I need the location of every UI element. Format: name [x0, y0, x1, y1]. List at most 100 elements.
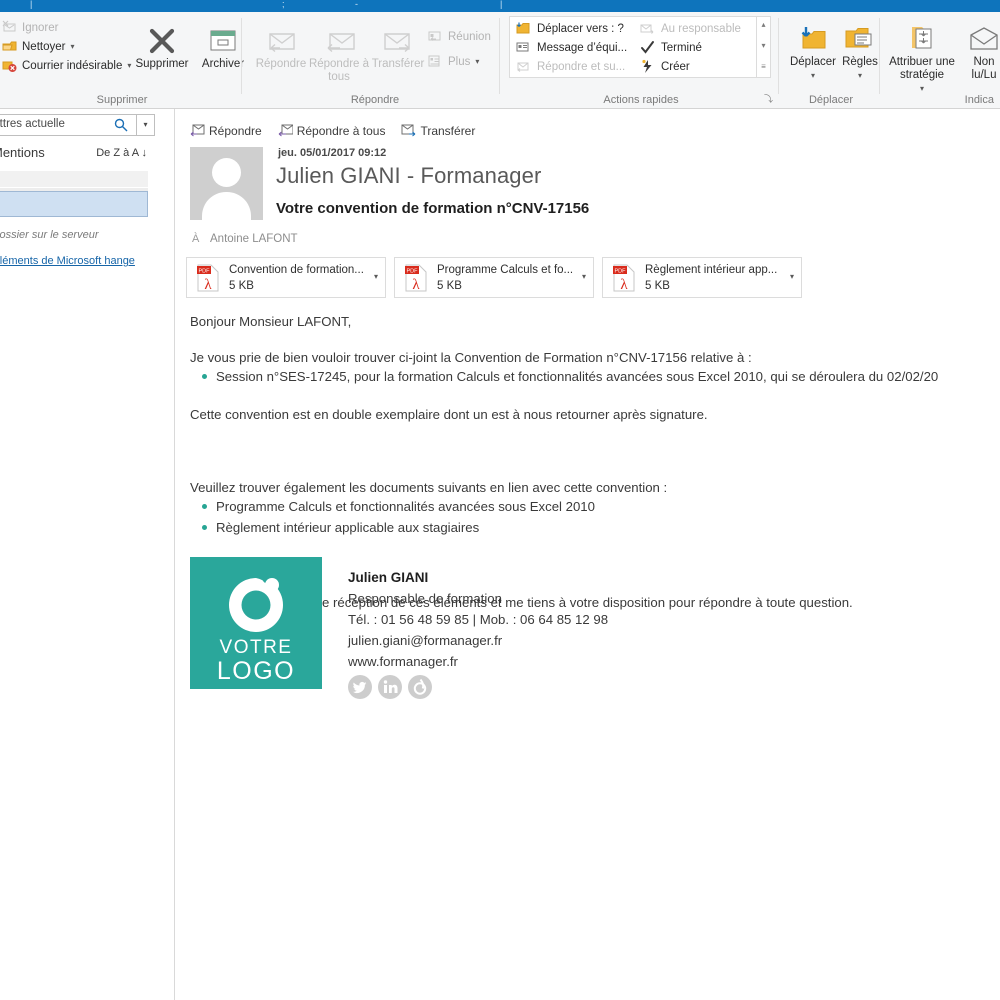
- chevron-down-icon[interactable]: ▾: [374, 272, 378, 281]
- more-icon: [428, 54, 443, 69]
- command-nettoyer[interactable]: Nettoyer ▾: [2, 39, 74, 54]
- signature-details: Julien GIANI Responsable de formation Té…: [348, 567, 768, 672]
- signature-phones: Tél. : 01 56 48 59 85 | Mob. : 06 64 85 …: [348, 612, 609, 627]
- quickstep-creer[interactable]: Créer: [640, 59, 690, 74]
- signature-website[interactable]: www.formanager.fr: [348, 651, 768, 672]
- attachment-chip[interactable]: PDF λ Règlement intérieur app... 5 KB ▾: [602, 257, 802, 298]
- linkedin-icon[interactable]: [378, 675, 402, 699]
- ribbon-group-supprimer: Ignorer Nettoyer ▾ Courrier indésirable …: [0, 12, 244, 109]
- ribbon-group-deplacer: Déplacer ▾ Règles ▾ Déplacer: [782, 12, 880, 109]
- quickstep-deplacer-vers[interactable]: Déplacer vers : ?: [516, 21, 624, 36]
- action-repondre-a-tous[interactable]: Répondre à tous: [278, 123, 386, 138]
- ribbon-group-indicateurs: Attribuer une stratégie ▾ Non lu/Lu Indi…: [884, 12, 1000, 109]
- quick-steps-scrollbar[interactable]: ▴ ▾ ≡: [756, 17, 770, 77]
- search-input[interactable]: aux lettres actuelle ▾: [0, 114, 155, 136]
- quickstep-label: Message d’équi...: [537, 41, 628, 54]
- command-supprimer[interactable]: Supprimer: [131, 24, 193, 71]
- ignore-icon: [2, 20, 17, 35]
- command-label: Supprimer: [135, 58, 189, 70]
- command-repondre[interactable]: Répondre: [250, 24, 312, 71]
- quickstep-label: Terminé: [661, 41, 702, 54]
- avatar: [190, 147, 263, 220]
- command-repondre-a-tous[interactable]: Répondre à tous: [308, 24, 370, 84]
- list-item: Programme Calculs et fonctionnalités ava…: [190, 496, 996, 517]
- command-label: Archiver: [201, 58, 245, 70]
- avatar-body: [202, 192, 251, 220]
- chevron-down-icon[interactable]: ▾: [790, 272, 794, 281]
- list-item[interactable]: [0, 171, 148, 187]
- group-title-repondre: Répondre: [350, 94, 400, 106]
- assign-policy-icon: [884, 22, 960, 56]
- rules-icon: [829, 22, 891, 56]
- command-reunion[interactable]: Réunion: [428, 29, 491, 44]
- command-plus[interactable]: Plus ▾: [428, 54, 479, 69]
- signature-social-links: [348, 675, 432, 699]
- unread-read-icon: [964, 22, 1000, 56]
- svg-text:λ: λ: [412, 277, 420, 292]
- list-item: Session n°SES-17245, pour la formation C…: [190, 366, 996, 387]
- action-transferer[interactable]: Transférer: [401, 123, 475, 138]
- reply-icon: [190, 123, 205, 138]
- quickstep-au-responsable[interactable]: Au responsable: [640, 21, 741, 36]
- quick-steps-gallery[interactable]: Déplacer vers : ? Au responsable Message…: [509, 16, 771, 78]
- list-item-selected[interactable]: [0, 191, 148, 217]
- reply-all-icon: [278, 123, 294, 138]
- action-label: Répondre à tous: [296, 123, 386, 138]
- message-sender: Julien GIANI - Formanager: [276, 163, 542, 188]
- command-ignorer[interactable]: Ignorer: [2, 20, 58, 35]
- quickstep-label: Au responsable: [661, 22, 741, 35]
- list-filter-row: Mentions De Z à A ↓: [0, 145, 174, 165]
- body-list-1: Session n°SES-17245, pour la formation C…: [190, 366, 996, 387]
- command-label: Courrier indésirable: [22, 59, 123, 72]
- attachment-chip[interactable]: PDF λ Programme Calculs et fo... 5 KB ▾: [394, 257, 594, 298]
- titlebar-glyph-3: -: [355, 0, 358, 9]
- message-list-pane: aux lettres actuelle ▾ Mentions De Z à A…: [0, 109, 175, 1000]
- action-repondre[interactable]: Répondre: [190, 123, 262, 138]
- new-quickstep-icon: [640, 59, 655, 74]
- cleanup-icon: [2, 39, 17, 54]
- quickstep-message-equipe[interactable]: Message d’équi...: [516, 40, 627, 55]
- group-title-indicateurs: Indica: [964, 94, 994, 106]
- command-regles[interactable]: Règles ▾: [829, 22, 891, 82]
- command-attribuer-une-strategie[interactable]: Attribuer une stratégie ▾: [884, 22, 960, 95]
- meeting-icon: [428, 29, 443, 44]
- svg-text:PDF: PDF: [407, 268, 419, 274]
- quickstep-repondre-et-supprimer[interactable]: Répondre et su...: [516, 59, 625, 74]
- titlebar-glyph-2: ;: [282, 0, 285, 9]
- command-archiver[interactable]: Archiver: [192, 24, 254, 71]
- group-separator: [778, 18, 779, 94]
- scroll-down-icon[interactable]: ▾: [757, 41, 770, 50]
- viadeo-icon[interactable]: [408, 675, 432, 699]
- body-greeting: Bonjour Monsieur LAFONT,: [190, 314, 352, 329]
- more-items-link[interactable]: lus d’éléments de Microsoft hange: [0, 254, 153, 268]
- twitter-icon[interactable]: [348, 675, 372, 699]
- recipient-icon: À: [192, 233, 200, 245]
- chevron-down-icon[interactable]: ▾: [582, 272, 586, 281]
- list-item: Règlement intérieur applicable aux stagi…: [190, 517, 996, 538]
- dialog-launcher-icon[interactable]: ⤵: [764, 92, 773, 105]
- command-label: Plus: [448, 55, 471, 68]
- quickstep-termine[interactable]: Terminé: [640, 40, 702, 55]
- signature-email[interactable]: julien.giani@formanager.fr: [348, 630, 768, 651]
- group-separator: [879, 18, 880, 94]
- outlook-window: | ; - | Ignorer Nettoyer ▾ Courrier indé…: [0, 0, 1000, 1000]
- search-scope-dropdown[interactable]: ▾: [136, 115, 154, 135]
- command-non-lu-lu[interactable]: Non lu/Lu: [964, 22, 1000, 82]
- reply-delete-icon: [516, 59, 531, 74]
- search-icon: [114, 118, 128, 135]
- scroll-up-icon[interactable]: ▴: [757, 20, 770, 29]
- attachment-chip[interactable]: PDF λ Convention de formation... 5 KB ▾: [186, 257, 386, 298]
- filter-mentions[interactable]: Mentions: [0, 145, 45, 160]
- attachment-size: 5 KB: [437, 280, 462, 292]
- reply-all-icon: [308, 24, 370, 58]
- company-logo: VOTRE LOGO: [190, 557, 322, 689]
- command-transferer[interactable]: Transférer: [367, 24, 429, 71]
- ribbon-group-repondre: Répondre Répondre à tous Transférer Réun…: [250, 12, 500, 109]
- svg-text:λ: λ: [204, 277, 212, 292]
- scroll-more-icon[interactable]: ≡: [757, 62, 770, 71]
- command-courrier-indesirable[interactable]: Courrier indésirable ▾: [2, 58, 131, 73]
- sort-order[interactable]: De Z à A ↓: [96, 147, 147, 159]
- group-title-supprimer: Supprimer: [96, 94, 148, 106]
- group-separator: [241, 18, 242, 94]
